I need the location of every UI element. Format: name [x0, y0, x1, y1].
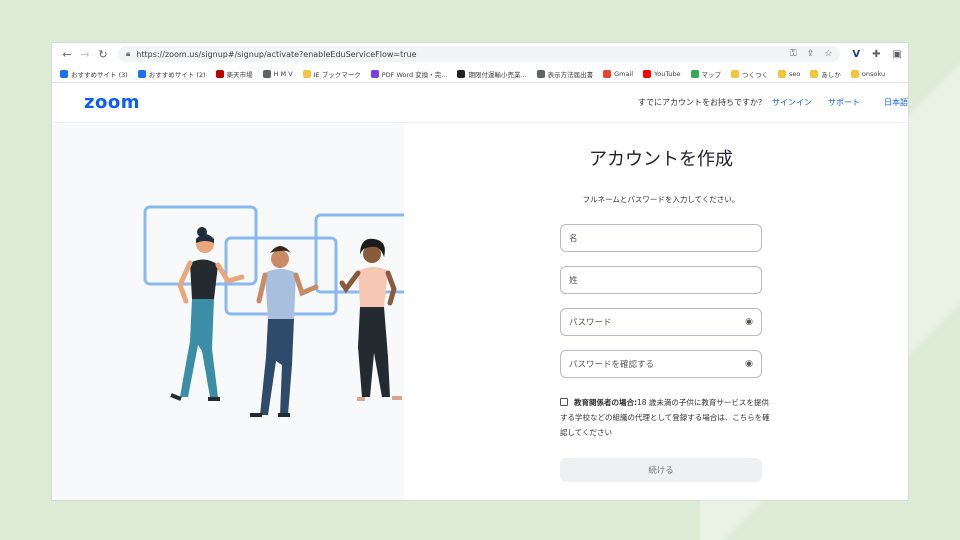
bookmark-favicon-icon [778, 69, 787, 78]
education-checkbox-row: 教育関係者の場合:18 歳未満の子供に教育サービスを提供する学校などの組織の代理… [560, 395, 772, 440]
education-label-bold: 教育関係者の場合: [574, 398, 637, 407]
person-right [339, 238, 402, 401]
language-link[interactable]: 日本語 [884, 97, 908, 108]
form-pane: アカウントを作成 フルネームとパスワードを入力してください。 名 姓 パスワード… [404, 123, 908, 500]
share-icon[interactable]: ⇪ [807, 49, 815, 59]
bookmark-item[interactable]: おすすめサイト (3) [60, 69, 128, 79]
bookmark-label: あしか [821, 70, 841, 79]
support-link[interactable]: サポート [828, 97, 860, 108]
bookmark-favicon-icon [536, 69, 545, 78]
bookmark-item[interactable]: あしか [810, 69, 841, 79]
illustration-pane [52, 123, 428, 500]
bookmark-item[interactable]: YouTube [643, 69, 681, 78]
bookmark-label: H M V [273, 69, 293, 78]
bookmark-favicon-icon [262, 69, 271, 78]
bookmark-item[interactable]: つくつく [731, 69, 768, 79]
have-account-text: すでにアカウントをお持ちですか？ [637, 98, 766, 107]
show-confirm-password-eye-icon[interactable]: ◉ [745, 359, 753, 369]
address-bar-row: ← → ↻ 🔒︎ https://zoom.us/signup#/signup/… [52, 43, 908, 65]
confirm-password-placeholder: パスワードを確認する [569, 360, 655, 370]
bookmark-label: YouTube [654, 69, 681, 78]
bookmark-item[interactable]: H M V [262, 69, 293, 78]
bookmark-label: 表示方法届出書 [547, 70, 594, 79]
bookmark-favicon-icon [215, 69, 224, 78]
bookmarks-bar: おすすめサイト (3) おすすめサイト (2) 楽天市場 H M V IE ブックマーク… [52, 65, 908, 83]
continue-button[interactable]: 続ける [560, 458, 762, 482]
form-subtitle: フルネームとパスワードを入力してください。 [582, 195, 740, 204]
bookmark-item[interactable]: PDF Word 変換・完... [370, 69, 448, 79]
back-icon[interactable]: ← [58, 48, 76, 61]
bookmark-label: マップ [701, 70, 722, 79]
bookmark-favicon-icon [302, 69, 311, 78]
bookmark-label: 楽天市場 [226, 70, 253, 79]
zoom-header: zoom すでにアカウントをお持ちですか？ サインイン サポート 日本語 [52, 83, 908, 123]
signup-body: アカウントを作成 フルネームとパスワードを入力してください。 名 姓 パスワード… [52, 123, 908, 500]
bookmark-item[interactable]: onsoku [850, 69, 886, 78]
password-field[interactable]: パスワード ◉ [560, 308, 762, 336]
forward-icon[interactable]: → [76, 48, 94, 61]
bookmark-label: IE ブックマーク [313, 70, 361, 79]
bookmark-favicon-icon [60, 69, 68, 78]
bookmark-item[interactable]: IE ブックマーク [302, 69, 361, 79]
bookmark-label: つくつく [742, 70, 769, 79]
key-icon[interactable]: ⚿ [790, 49, 797, 59]
bookmark-label: PDF Word 変換・完... [381, 70, 448, 79]
bookmark-label: おすすめサイト (2) [148, 70, 206, 79]
bookmark-label: seo [789, 69, 801, 78]
first-name-field[interactable]: 名 [560, 224, 762, 252]
lock-icon: 🔒︎ [126, 49, 131, 58]
education-checkbox[interactable] [560, 398, 568, 406]
side-panel-icon[interactable]: ▣ [893, 49, 902, 60]
bookmark-favicon-icon [731, 69, 740, 78]
bookmark-item[interactable]: 期限付運輸小売業... [457, 69, 527, 79]
bookmark-favicon-icon [457, 69, 466, 78]
signin-link[interactable]: サインイン [772, 97, 812, 108]
last-name-placeholder: 姓 [569, 276, 578, 286]
bookmark-item[interactable]: 楽天市場 [215, 69, 253, 79]
bookmark-favicon-icon [690, 69, 699, 78]
bookmark-item[interactable]: 表示方法届出書 [536, 69, 594, 79]
bookmark-favicon-icon [370, 69, 379, 78]
bookmark-favicon-icon [643, 69, 652, 78]
zoom-logo[interactable]: zoom [84, 92, 140, 113]
confirm-password-field[interactable]: パスワードを確認する ◉ [560, 350, 762, 378]
people-illustration [143, 205, 428, 417]
bookmark-favicon-icon [810, 69, 819, 78]
first-name-placeholder: 名 [569, 234, 578, 244]
bookmark-favicon-icon [850, 69, 859, 78]
extensions-puzzle-icon[interactable]: ✚ [872, 49, 880, 60]
bookmark-favicon-icon [603, 69, 612, 78]
bookmark-item[interactable]: おすすめサイト (2) [137, 69, 206, 79]
bookmark-label: おすすめサイト (3) [71, 70, 128, 79]
person-middle [250, 246, 319, 417]
bookmark-favicon-icon [137, 69, 146, 78]
bookmark-item[interactable]: seo [778, 69, 801, 78]
address-bar[interactable]: 🔒︎ https://zoom.us/signup#/signup/activa… [118, 46, 841, 62]
browser-window: ← → ↻ 🔒︎ https://zoom.us/signup#/signup/… [52, 43, 908, 500]
reload-icon[interactable]: ↻ [94, 48, 112, 61]
bookmark-label: Gmail [614, 69, 634, 78]
bookmark-star-icon[interactable]: ☆ [824, 49, 832, 59]
bookmark-item[interactable]: マップ [690, 69, 722, 79]
extension-v-icon[interactable]: V [852, 49, 860, 60]
bookmark-label: onsoku [861, 69, 886, 78]
page-title: アカウントを作成 [589, 149, 733, 170]
bookmark-item[interactable]: Gmail [603, 69, 634, 78]
password-placeholder: パスワード [569, 318, 612, 328]
bookmark-label: 期限付運輸小売業... [468, 70, 527, 79]
url-text: https://zoom.us/signup#/signup/activate?… [136, 49, 417, 59]
last-name-field[interactable]: 姓 [560, 266, 762, 294]
show-password-eye-icon[interactable]: ◉ [745, 317, 753, 327]
